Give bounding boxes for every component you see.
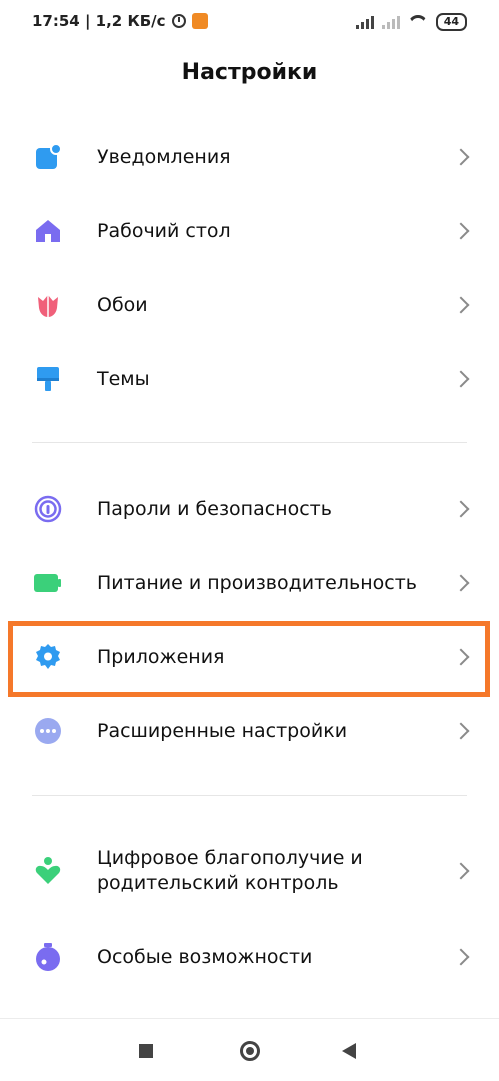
settings-item-label: Питание и производительность — [97, 571, 417, 594]
fingerprint-icon — [34, 495, 62, 523]
highlight-frame — [8, 621, 490, 697]
chevron-right-icon — [452, 222, 470, 240]
page-title: Настройки — [181, 60, 318, 85]
chevron-right-icon — [452, 370, 470, 388]
back-button[interactable] — [342, 1043, 356, 1059]
status-bar: 17:54 | 1,2 КБ/с 44 — [0, 0, 499, 44]
settings-item-label: Рабочий стол — [97, 219, 231, 242]
settings-item-label-line2: родительский контроль — [97, 872, 339, 894]
chevron-right-icon — [452, 722, 470, 740]
settings-item-label: Цифровое благополучие и родительский кон… — [97, 846, 363, 896]
tulip-icon — [34, 291, 62, 319]
settings-item-wallpaper[interactable]: Обои — [0, 275, 499, 335]
navigation-bar — [0, 1018, 499, 1081]
status-left: 17:54 | 1,2 КБ/с — [32, 12, 208, 30]
app-notification-icon — [191, 13, 208, 29]
battery-indicator: 44 — [435, 13, 467, 31]
settings-item-passwords-security[interactable]: Пароли и безопасность — [0, 479, 499, 539]
settings-item-digital-wellbeing[interactable]: Цифровое благополучие и родительский кон… — [0, 838, 499, 904]
home-button[interactable] — [240, 1041, 260, 1061]
chevron-right-icon — [452, 148, 470, 166]
status-time: 17:54 | 1,2 КБ/с — [32, 12, 166, 30]
settings-item-label-line1: Цифровое благополучие и — [97, 847, 363, 869]
settings-item-advanced[interactable]: Расширенные настройки — [0, 701, 499, 761]
battery-icon — [34, 569, 62, 597]
section-divider — [32, 442, 467, 443]
status-right: 44 — [355, 13, 467, 31]
chevron-right-icon — [452, 296, 470, 314]
chevron-right-icon — [452, 862, 470, 880]
settings-item-themes[interactable]: Темы — [0, 349, 499, 409]
settings-item-label: Темы — [97, 367, 150, 390]
settings-item-battery-performance[interactable]: Питание и производительность — [0, 553, 499, 613]
chevron-right-icon — [452, 574, 470, 592]
chevron-right-icon — [452, 948, 470, 966]
notification-icon — [34, 143, 62, 171]
signal-2-icon — [381, 15, 400, 29]
signal-icon — [355, 15, 374, 29]
home-icon — [34, 217, 62, 245]
settings-item-desktop[interactable]: Рабочий стол — [0, 201, 499, 261]
settings-item-label: Расширенные настройки — [97, 719, 348, 742]
flask-icon — [34, 943, 62, 971]
settings-item-label: Обои — [97, 293, 148, 316]
section-divider — [32, 795, 467, 796]
wifi-icon — [408, 15, 428, 29]
heart-person-icon — [34, 857, 62, 885]
settings-item-notifications[interactable]: Уведомления — [0, 127, 499, 187]
more-dots-icon — [34, 717, 62, 745]
settings-item-label: Уведомления — [97, 145, 231, 168]
paint-brush-icon — [34, 365, 62, 393]
alarm-icon — [171, 14, 186, 28]
chevron-right-icon — [452, 500, 470, 518]
settings-item-label: Особые возможности — [97, 945, 313, 968]
settings-item-label: Пароли и безопасность — [97, 497, 332, 520]
settings-item-accessibility[interactable]: Особые возможности — [0, 927, 499, 987]
recent-apps-button[interactable] — [139, 1044, 153, 1058]
